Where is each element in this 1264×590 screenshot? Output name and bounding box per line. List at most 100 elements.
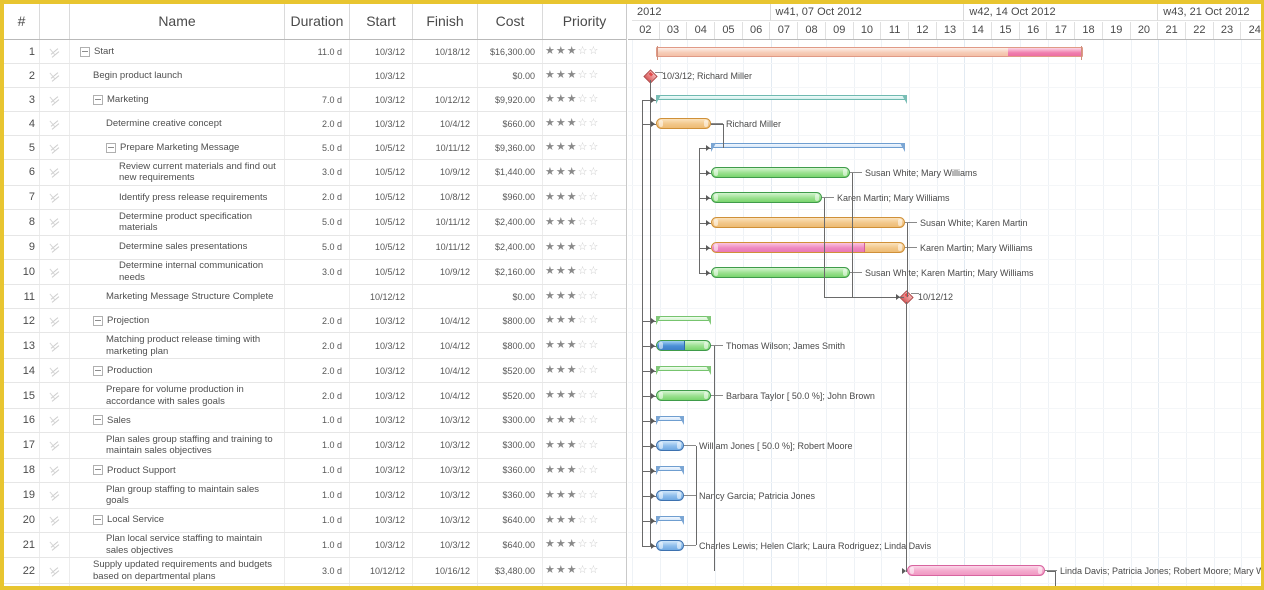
expander-icon[interactable] [80, 46, 90, 57]
priority-star[interactable]: ★ [567, 118, 577, 129]
priority-star[interactable]: ★ [556, 291, 566, 302]
column-header-start[interactable]: Start [350, 4, 413, 39]
task-bar[interactable] [711, 241, 905, 253]
priority-star[interactable]: ☆ [589, 70, 599, 81]
table-row[interactable]: 1 Start 11.0 d 10/3/12 10/18/12 $16,300.00 ★ ★ ★… [4, 40, 626, 64]
priority-star[interactable]: ★ [567, 142, 577, 153]
note-icon[interactable] [49, 464, 61, 477]
priority-star[interactable]: ★ [556, 142, 566, 153]
priority-rating[interactable]: ★★★☆☆ [545, 40, 626, 63]
priority-star[interactable]: ☆ [578, 365, 588, 376]
table-row[interactable]: 10 Determine internal communication needs… [4, 259, 626, 286]
task-bar[interactable] [656, 340, 711, 352]
priority-star[interactable]: ☆ [578, 489, 588, 501]
priority-rating[interactable]: ★★★☆☆ [545, 584, 626, 586]
priority-star[interactable]: ☆ [578, 166, 588, 178]
priority-star[interactable]: ☆ [578, 291, 588, 302]
priority-star[interactable]: ☆ [578, 94, 588, 105]
task-bar[interactable] [711, 216, 905, 228]
expander-icon[interactable] [93, 365, 103, 376]
task-bar[interactable] [711, 266, 850, 278]
priority-rating[interactable]: ★★★☆☆ [545, 112, 626, 135]
note-icon[interactable] [49, 241, 61, 253]
priority-rating[interactable]: ★★★☆☆ [545, 409, 626, 432]
priority-star[interactable]: ☆ [578, 439, 588, 451]
table-row[interactable]: 18 Product Support 1.0 d 10/3/12 10/3/12 $360… [4, 458, 626, 483]
task-bar[interactable] [656, 390, 711, 402]
priority-rating[interactable]: ★★★☆☆ [545, 236, 626, 259]
priority-star[interactable]: ★ [556, 216, 566, 228]
priority-star[interactable]: ★ [545, 142, 555, 153]
column-header-finish[interactable]: Finish [413, 4, 478, 39]
summary-task-bar[interactable] [656, 95, 907, 104]
priority-rating[interactable]: ★★★☆☆ [545, 359, 626, 382]
priority-star[interactable]: ☆ [589, 142, 599, 153]
priority-star[interactable]: ★ [556, 414, 566, 426]
priority-star[interactable]: ☆ [578, 565, 588, 576]
table-row[interactable]: 21 Plan local service staffing to maintai… [4, 532, 626, 559]
note-icon[interactable] [49, 514, 61, 526]
priority-star[interactable]: ★ [567, 241, 577, 253]
priority-star[interactable]: ★ [545, 94, 555, 105]
priority-star[interactable]: ☆ [589, 241, 599, 253]
note-icon[interactable] [49, 94, 61, 106]
priority-star[interactable]: ★ [545, 489, 555, 501]
priority-rating[interactable]: ★★★☆☆ [545, 186, 626, 209]
table-row[interactable]: 8 Determine product specification materia… [4, 209, 626, 236]
table-row[interactable]: 19 Plan group staffing to maintain sales … [4, 482, 626, 509]
expander-icon[interactable] [93, 94, 103, 105]
note-icon[interactable] [49, 414, 61, 427]
priority-rating[interactable]: ★★★☆☆ [545, 558, 626, 583]
priority-star[interactable]: ☆ [578, 340, 588, 351]
priority-star[interactable]: ☆ [589, 439, 599, 451]
priority-star[interactable]: ☆ [589, 46, 599, 57]
priority-star[interactable]: ☆ [578, 266, 588, 277]
summary-task-bar[interactable] [656, 465, 684, 475]
priority-star[interactable]: ★ [556, 70, 566, 81]
summary-task-bar[interactable] [656, 316, 711, 326]
priority-rating[interactable]: ★★★☆☆ [545, 309, 626, 332]
priority-star[interactable]: ☆ [578, 216, 588, 228]
note-icon[interactable] [49, 166, 61, 179]
priority-star[interactable]: ★ [556, 565, 566, 576]
priority-rating[interactable]: ★★★☆☆ [545, 459, 626, 482]
priority-star[interactable]: ★ [567, 489, 577, 501]
expander-icon[interactable] [93, 415, 103, 426]
table-row[interactable]: 5 Prepare Marketing Message 5.0 d 10/5/12 10… [4, 136, 626, 160]
priority-star[interactable]: ★ [545, 166, 555, 178]
priority-star[interactable]: ☆ [578, 46, 588, 57]
project-summary-bar[interactable] [656, 46, 1083, 60]
priority-star[interactable]: ★ [545, 191, 555, 203]
priority-star[interactable]: ★ [545, 266, 555, 277]
priority-star[interactable]: ★ [567, 46, 577, 57]
table-row[interactable]: 11 Marketing Message Structure Complete 10… [4, 285, 626, 310]
priority-star[interactable]: ☆ [589, 365, 599, 376]
priority-star[interactable]: ★ [545, 118, 555, 129]
priority-star[interactable]: ★ [545, 241, 555, 253]
priority-star[interactable]: ☆ [578, 390, 588, 401]
priority-star[interactable]: ☆ [589, 266, 599, 277]
note-icon[interactable] [49, 291, 61, 303]
priority-star[interactable]: ★ [545, 315, 555, 326]
priority-star[interactable]: ★ [567, 414, 577, 426]
column-header-name[interactable]: Name [70, 4, 285, 39]
priority-star[interactable]: ☆ [578, 118, 588, 129]
priority-rating[interactable]: ★★★☆☆ [545, 136, 626, 159]
note-icon[interactable] [49, 439, 61, 452]
priority-star[interactable]: ★ [556, 241, 566, 253]
priority-star[interactable]: ☆ [589, 514, 599, 526]
priority-star[interactable]: ★ [545, 340, 555, 351]
priority-star[interactable]: ★ [545, 216, 555, 228]
priority-star[interactable]: ☆ [589, 118, 599, 129]
task-bar[interactable] [656, 439, 684, 451]
task-bar[interactable] [656, 118, 711, 129]
priority-star[interactable]: ★ [556, 191, 566, 203]
table-row[interactable]: 9 Determine sales presentations 5.0 d 10/5/… [4, 235, 626, 260]
priority-star[interactable]: ★ [567, 291, 577, 302]
task-bar[interactable] [711, 191, 822, 203]
note-icon[interactable] [49, 70, 61, 82]
priority-star[interactable]: ☆ [589, 291, 599, 302]
priority-star[interactable]: ☆ [578, 241, 588, 253]
table-row[interactable]: 12 Projection 2.0 d 10/3/12 10/4/12 $800.00 ★ ★… [4, 309, 626, 334]
table-row[interactable]: 16 Sales 1.0 d 10/3/12 10/3/12 $300.00 ★ ★ ★ ☆ ☆ [4, 408, 626, 433]
